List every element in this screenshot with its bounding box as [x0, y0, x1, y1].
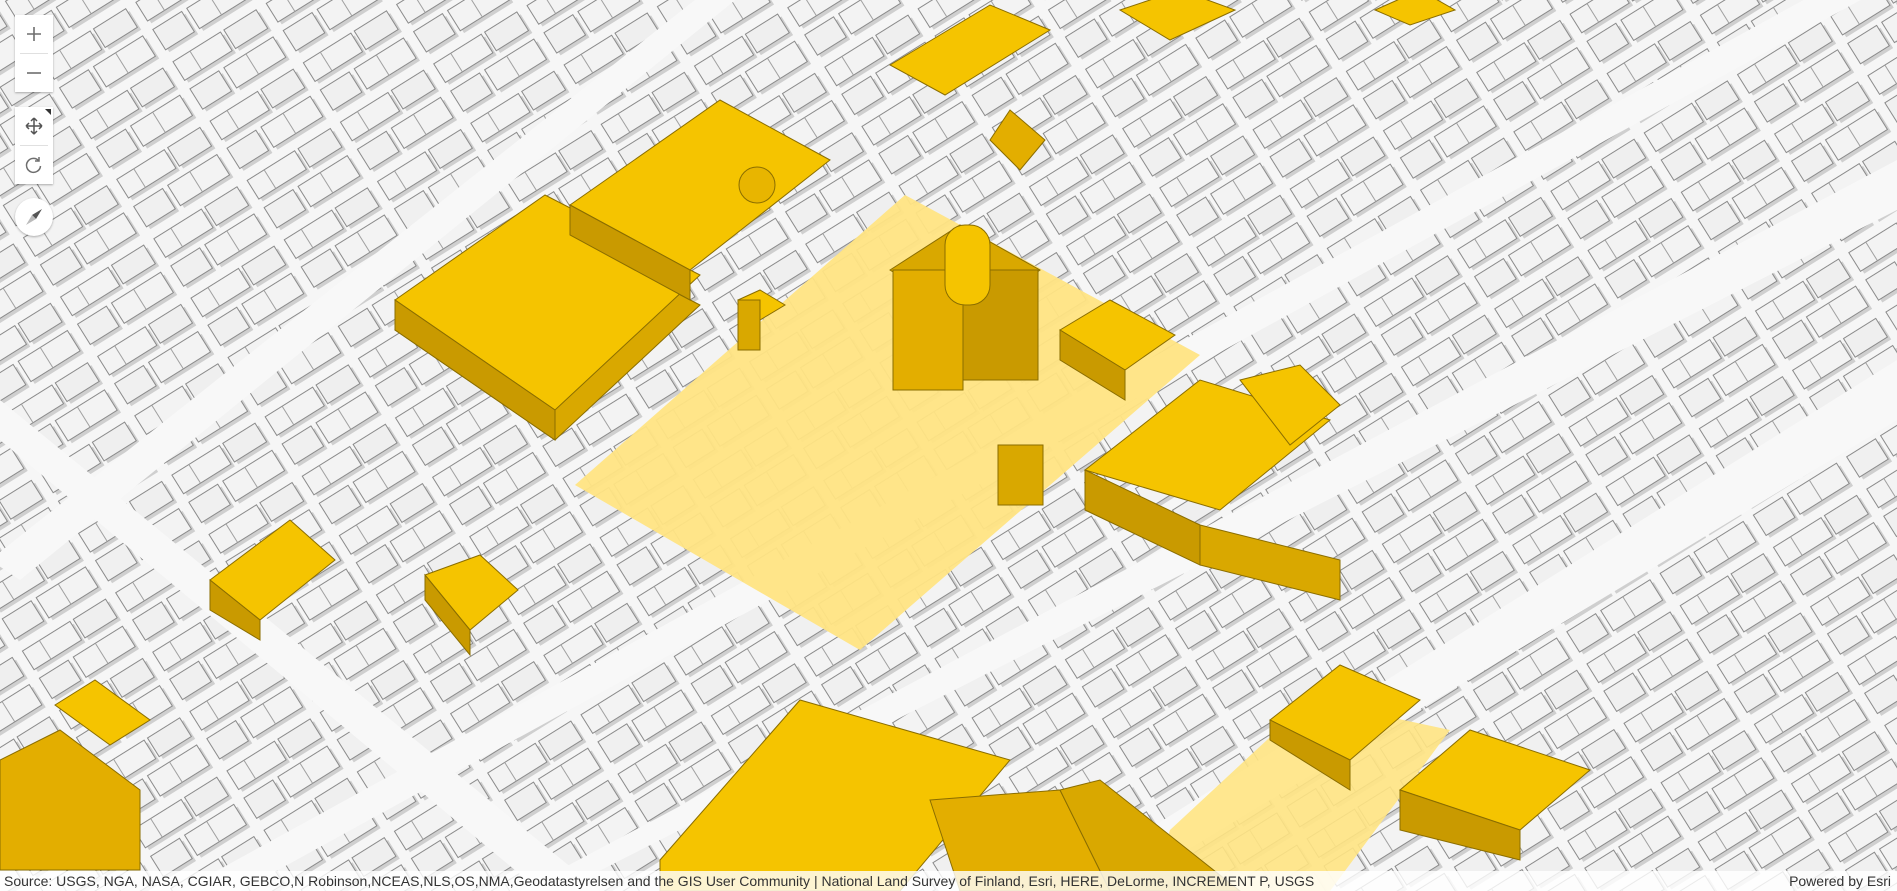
move-arrows-icon: [25, 117, 43, 135]
powered-by-link[interactable]: Powered by Esri: [1789, 873, 1893, 889]
plus-icon: [27, 27, 41, 41]
compass-icon: [26, 209, 42, 225]
zoom-control: [15, 15, 53, 92]
zoom-out-button[interactable]: [15, 54, 53, 92]
minus-icon: [27, 72, 41, 74]
attribution-sources: Source: USGS, NGA, NASA, CGIAR, GEBCO,N …: [4, 873, 1315, 889]
city-scene-canvas[interactable]: [0, 0, 1897, 891]
attribution-bar: Source: USGS, NGA, NASA, CGIAR, GEBCO,N …: [0, 871, 1897, 891]
compass-button[interactable]: [15, 198, 53, 236]
zoom-in-button[interactable]: [15, 15, 53, 53]
rotate-button[interactable]: [15, 146, 53, 184]
rotate-icon: [25, 157, 42, 174]
navigation-toggle: [15, 107, 53, 184]
pan-button[interactable]: [15, 107, 53, 145]
